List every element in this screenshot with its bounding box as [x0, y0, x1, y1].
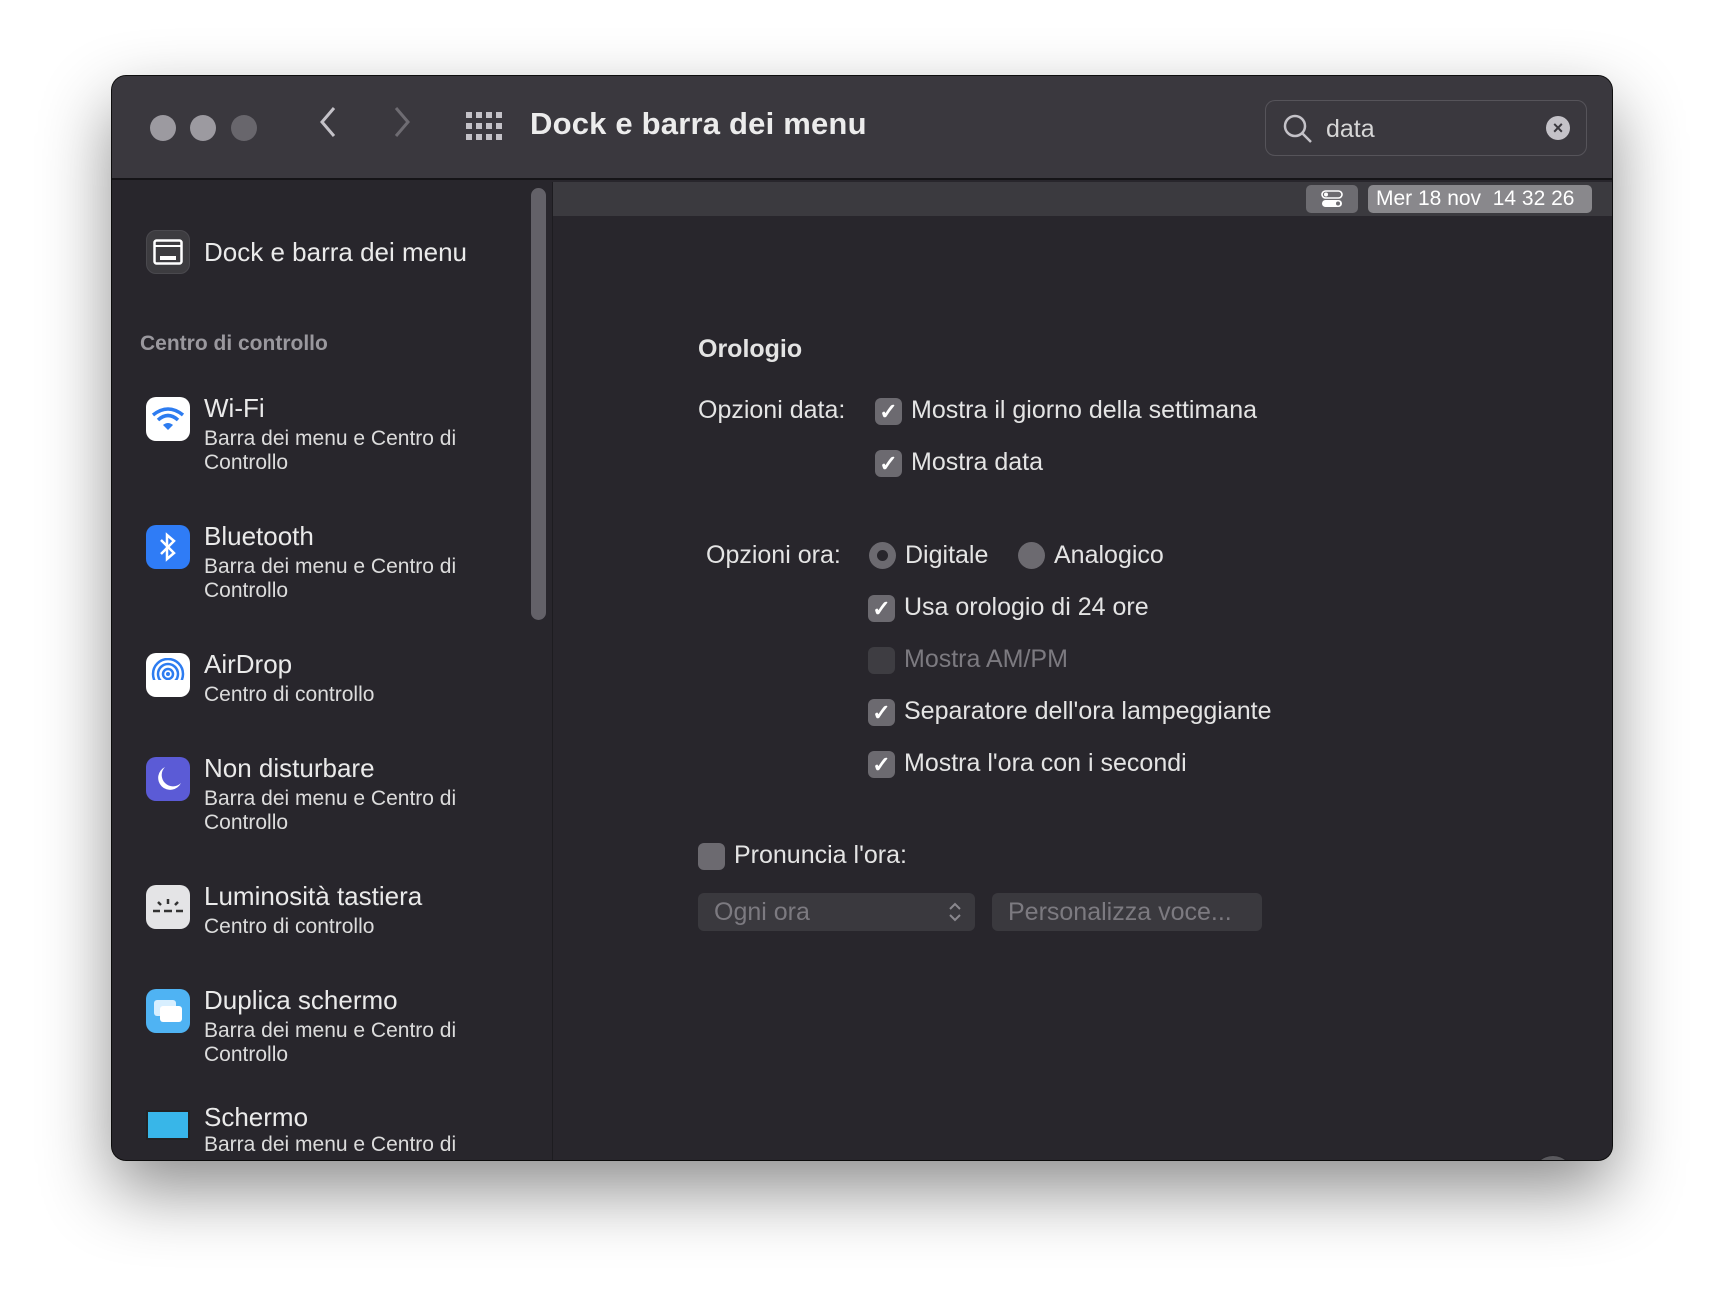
- sidebar-item-subtitle: Barra dei menu e Centro di Controllo: [204, 787, 457, 834]
- show-weekday-label: Mostra il giorno della settimana: [911, 396, 1257, 424]
- sidebar-item-subtitle: Barra dei menu e Centro di Controllo: [204, 427, 457, 474]
- grid-icon: [466, 112, 502, 140]
- sidebar-item-title: Duplica schermo: [204, 985, 398, 1015]
- menubar-clock-preview: Mer 18 nov 14 32 26: [1368, 185, 1592, 213]
- interval-select[interactable]: Ogni ora: [698, 893, 975, 931]
- close-button[interactable]: [150, 115, 176, 141]
- sidebar-item-subtitle: Barra dei menu e Centro di Controllo: [204, 1019, 457, 1066]
- clear-search-icon[interactable]: ×: [1546, 116, 1570, 140]
- customize-voice-button[interactable]: Personalizza voce...: [992, 893, 1262, 931]
- sidebar-item-subtitle: Centro di controllo: [204, 683, 375, 706]
- keyboard-brightness-icon: [146, 885, 190, 929]
- announce-time-checkbox[interactable]: [698, 843, 725, 870]
- analog-radio[interactable]: [1018, 542, 1045, 569]
- sidebar-scrollbar[interactable]: [531, 188, 546, 620]
- search-input[interactable]: data: [1326, 115, 1375, 144]
- customize-voice-label: Personalizza voce...: [1008, 898, 1232, 926]
- use-24h-checkbox[interactable]: ✓: [868, 595, 895, 622]
- sidebar-item-title: Non disturbare: [204, 753, 375, 783]
- updown-chevron-icon: [949, 902, 961, 922]
- content-pane: Mer 18 nov 14 32 26 Orologio Opzioni dat…: [553, 182, 1612, 1160]
- sidebar: Dock e barra dei menu Centro di controll…: [112, 182, 522, 1160]
- menubar-preview: Mer 18 nov 14 32 26: [553, 182, 1612, 216]
- dock-menubar-icon: [146, 230, 190, 274]
- chevron-left-icon: [320, 107, 336, 137]
- sidebar-item-subtitle: Barra dei menu e Centro di: [204, 1133, 457, 1156]
- show-date-label: Mostra data: [911, 448, 1044, 476]
- digital-label: Digitale: [905, 541, 989, 569]
- search-field[interactable]: data ×: [1265, 100, 1587, 156]
- clock-section-title: Orologio: [698, 335, 803, 363]
- airdrop-icon: [146, 653, 190, 697]
- sidebar-item-title: AirDrop: [204, 649, 293, 679]
- moon-icon: [146, 757, 190, 801]
- search-icon: [1283, 114, 1312, 143]
- display-icon: [146, 1110, 190, 1140]
- show-all-grid-button[interactable]: [466, 112, 502, 145]
- flash-separator-label: Separatore dell'ora lampeggiante: [904, 697, 1272, 725]
- title-bar: Dock e barra dei menu data ×: [112, 76, 1612, 180]
- show-ampm-checkbox[interactable]: [868, 647, 895, 674]
- control-center-icon: [1306, 185, 1358, 213]
- sidebar-item-subtitle: Barra dei menu e Centro di Controllo: [204, 555, 457, 602]
- interval-select-value: Ogni ora: [714, 898, 810, 926]
- screen-mirroring-icon: [146, 989, 190, 1033]
- show-ampm-label: Mostra AM/PM: [904, 645, 1068, 673]
- show-seconds-checkbox[interactable]: ✓: [868, 751, 895, 778]
- wifi-icon: [146, 397, 190, 441]
- help-button[interactable]: ?: [1533, 1156, 1573, 1160]
- bluetooth-icon: [146, 525, 190, 569]
- sidebar-item-title: Luminosità tastiera: [204, 881, 423, 911]
- sidebar-item-title: Wi-Fi: [204, 393, 265, 423]
- minimize-button[interactable]: [190, 115, 216, 141]
- sidebar-item-title: Bluetooth: [204, 521, 314, 551]
- analog-label: Analogico: [1054, 541, 1164, 569]
- sidebar-item-title: Schermo: [204, 1102, 309, 1132]
- window-title: Dock e barra dei menu: [530, 106, 867, 141]
- forward-button[interactable]: [390, 102, 414, 152]
- back-button[interactable]: [316, 102, 340, 152]
- chevron-right-icon: [394, 107, 410, 137]
- date-options-label: Opzioni data:: [698, 396, 846, 424]
- use-24h-label: Usa orologio di 24 ore: [904, 593, 1149, 621]
- show-seconds-label: Mostra l'ora con i secondi: [904, 749, 1187, 777]
- digital-radio[interactable]: [869, 542, 896, 569]
- zoom-button[interactable]: [231, 115, 257, 141]
- sidebar-item-subtitle: Centro di controllo: [204, 915, 375, 938]
- sidebar-section-header: Centro di controllo: [140, 332, 328, 355]
- system-preferences-window: Dock e barra dei menu data × Dock e barr…: [112, 76, 1612, 1160]
- announce-time-label: Pronuncia l'ora:: [734, 841, 907, 869]
- flash-separator-checkbox[interactable]: ✓: [868, 699, 895, 726]
- show-weekday-checkbox[interactable]: ✓: [875, 398, 902, 425]
- time-options-label: Opzioni ora:: [706, 541, 841, 569]
- show-date-checkbox[interactable]: ✓: [875, 450, 902, 477]
- sidebar-item-label: Dock e barra dei menu: [204, 237, 468, 267]
